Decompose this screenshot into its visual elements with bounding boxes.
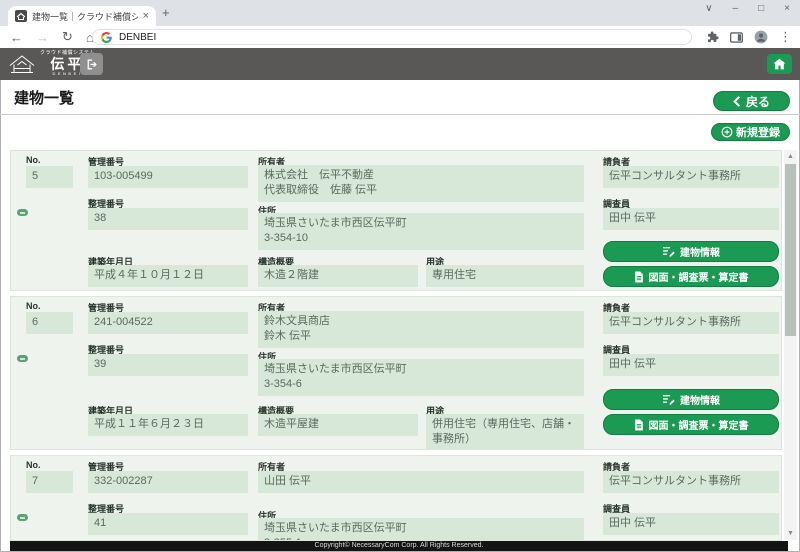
building-info-button[interactable]: 建物情報 [603, 241, 779, 262]
extensions-icon[interactable] [707, 31, 719, 43]
no-value: 7 [26, 471, 73, 493]
scroll-up-icon[interactable]: ▲ [784, 150, 797, 163]
seiri-value: 41 [88, 513, 248, 535]
browser-tab[interactable]: 建物一覧｜クラウド補償システム 伝 × [8, 6, 156, 26]
header-divider [0, 114, 800, 115]
reload-icon[interactable]: ↻ [62, 29, 73, 45]
no-label: No. [26, 460, 41, 470]
surveyor-value: 田中 伝平 [603, 208, 779, 230]
documents-button[interactable]: 図面・調査票・算定書 [603, 414, 779, 435]
page-title: 建物一覧 [14, 87, 74, 108]
logout-button[interactable] [80, 53, 103, 75]
browser-window: 建物一覧｜クラウド補償システム 伝 × + ∨ – □ × ← → ↻ ⌂ [0, 0, 800, 552]
toolbar-right: ⋮ [707, 26, 792, 48]
structure-value: 木造２階建 [258, 265, 418, 287]
logout-icon [85, 58, 98, 71]
building-info-label: 建物情報 [680, 392, 720, 407]
documents-label: 図面・調査票・算定書 [649, 417, 749, 432]
scrollbar: ▲ ▼ [784, 150, 797, 540]
back-button[interactable]: 戻る [713, 91, 790, 111]
url-input[interactable] [119, 32, 683, 43]
seiri-value: 39 [88, 354, 248, 376]
kanri-value: 332-002287 [88, 471, 248, 493]
document-icon [634, 271, 644, 283]
scrollbar-thumb[interactable] [785, 164, 796, 336]
new-registration-button[interactable]: 新規登録 [711, 123, 790, 141]
close-icon[interactable]: × [784, 3, 790, 14]
list-edit-icon [662, 394, 675, 405]
kenchiku-value: 平成１１年６月２３日 [88, 414, 248, 436]
address-value: 埼玉県さいたま市西区伝平町 3-354-6 [258, 359, 584, 396]
owner-value: 鈴木文具商店 鈴木 伝平 [258, 311, 584, 348]
no-label: No. [26, 155, 41, 165]
new-tab-button[interactable]: + [162, 5, 170, 20]
surveyor-value: 田中 伝平 [603, 354, 779, 376]
contractor-value: 伝平コンサルタント事務所 [603, 166, 779, 188]
logo-house-icon [8, 53, 36, 75]
footer-copyright: Copyright© NecessaryCom Corp. All Rights… [10, 541, 788, 551]
record-card: No. 6 管理番号 241-004522 整理番号 39 建築年月日 平成１１… [10, 296, 782, 450]
back-button-label: 戻る [746, 93, 770, 110]
structure-value: 木造平屋建 [258, 414, 418, 436]
record-card: No. 5 管理番号 103-005499 整理番号 38 建築年月日 平成４年… [10, 150, 782, 291]
link-pill-icon [17, 355, 28, 362]
building-info-button[interactable]: 建物情報 [603, 389, 779, 410]
building-info-label: 建物情報 [680, 244, 720, 259]
app-home-button[interactable] [767, 54, 792, 74]
tab-close-icon[interactable]: × [143, 11, 149, 22]
address-value: 埼玉県さいたま市西区伝平町 3-355-1 [258, 518, 584, 541]
browser-titlebar: 建物一覧｜クラウド補償システム 伝 × + ∨ – □ × [0, 0, 800, 26]
back-icon[interactable]: ← [10, 30, 23, 45]
owner-value: 山田 伝平 [258, 471, 584, 493]
usage-value: 併用住宅（専用住宅、店舗・事務所） [426, 414, 584, 450]
forward-icon[interactable]: → [36, 30, 49, 45]
scroll-down-icon[interactable]: ▼ [784, 527, 797, 540]
kanri-value: 103-005499 [88, 166, 248, 188]
documents-button[interactable]: 図面・調査票・算定書 [603, 266, 779, 287]
chevron-left-icon [733, 96, 741, 107]
address-bar[interactable] [92, 29, 692, 45]
kebab-menu-icon[interactable]: ⋮ [779, 29, 792, 45]
window-controls: ∨ – □ × [705, 3, 790, 14]
google-icon [101, 32, 112, 43]
document-icon [634, 419, 644, 431]
no-label: No. [26, 301, 41, 311]
profile-avatar[interactable] [754, 30, 768, 44]
kanri-value: 241-004522 [88, 312, 248, 334]
maximize-icon[interactable]: □ [758, 3, 764, 14]
tab-title: 建物一覧｜クラウド補償システム 伝 [32, 10, 138, 23]
list-edit-icon [662, 246, 675, 257]
side-panel-icon[interactable] [730, 32, 743, 43]
kenchiku-value: 平成４年１０月１２日 [88, 265, 248, 287]
home-icon [773, 58, 786, 70]
documents-label: 図面・調査票・算定書 [649, 269, 749, 284]
contractor-value: 伝平コンサルタント事務所 [603, 471, 779, 493]
window-menu-icon[interactable]: ∨ [705, 3, 712, 14]
address-value: 埼玉県さいたま市西区伝平町 3-354-10 [258, 213, 584, 250]
new-registration-label: 新規登録 [736, 124, 780, 140]
nav-icons: ← → ↻ ⌂ [10, 26, 94, 48]
link-pill-icon [17, 514, 28, 521]
no-value: 5 [26, 166, 73, 188]
app-header [0, 48, 800, 80]
seiri-value: 38 [88, 208, 248, 230]
no-value: 6 [26, 312, 73, 334]
owner-value: 株式会社 伝平不動産 代表取締役 佐藤 伝平 [258, 165, 584, 202]
usage-value: 専用住宅 [426, 265, 584, 287]
plus-circle-icon [721, 126, 733, 138]
minimize-icon[interactable]: – [733, 3, 739, 14]
link-pill-icon [17, 209, 28, 216]
record-card: No. 7 管理番号 332-002287 整理番号 41 所有者 山田 伝平 … [10, 455, 782, 541]
contractor-value: 伝平コンサルタント事務所 [603, 312, 779, 334]
surveyor-value: 田中 伝平 [603, 513, 779, 535]
favicon-icon [15, 10, 27, 22]
